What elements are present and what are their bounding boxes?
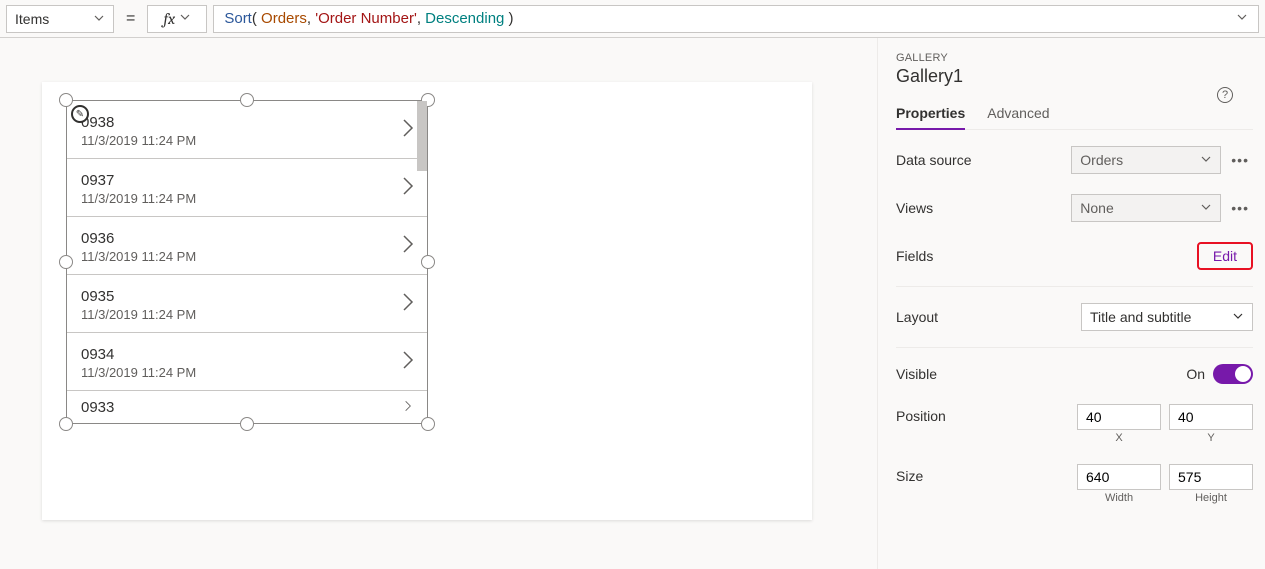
- panel-tabs: Properties Advanced: [896, 99, 1253, 130]
- toggle-pill[interactable]: [1213, 364, 1253, 384]
- item-subtitle: 11/3/2019 11:24 PM: [81, 133, 196, 148]
- label-views: Views: [896, 200, 933, 216]
- app-canvas[interactable]: ✎ 0938 11/3/2019 11:24 PM: [42, 82, 812, 520]
- chevron-right-icon[interactable]: [401, 174, 415, 203]
- label-visible: Visible: [896, 366, 937, 382]
- item-subtitle: 11/3/2019 11:24 PM: [81, 365, 196, 380]
- canvas-area: ✎ 0938 11/3/2019 11:24 PM: [0, 38, 877, 569]
- help-icon[interactable]: ?: [1217, 87, 1233, 103]
- property-selector[interactable]: Items: [6, 5, 114, 33]
- more-icon[interactable]: •••: [1227, 200, 1253, 216]
- chevron-right-icon[interactable]: [401, 348, 415, 377]
- chevron-down-icon[interactable]: [1236, 10, 1248, 27]
- item-title: 0936: [81, 230, 196, 247]
- main-area: ✎ 0938 11/3/2019 11:24 PM: [0, 38, 1265, 569]
- properties-panel: GALLERY Gallery1 ? Properties Advanced D…: [877, 38, 1265, 569]
- chevron-down-icon: [1200, 152, 1212, 168]
- position-y-input[interactable]: [1169, 404, 1253, 430]
- list-item[interactable]: 0933: [67, 391, 427, 423]
- item-subtitle: 11/3/2019 11:24 PM: [81, 249, 196, 264]
- gallery-control[interactable]: ✎ 0938 11/3/2019 11:24 PM: [66, 100, 428, 424]
- item-title: 0933: [81, 399, 114, 416]
- size-width-input[interactable]: [1077, 464, 1161, 490]
- chevron-right-icon[interactable]: [401, 116, 415, 145]
- panel-section-label: GALLERY: [896, 52, 1253, 64]
- chevron-down-icon: [93, 11, 105, 27]
- label-y: Y: [1207, 432, 1214, 444]
- panel-section-title: Gallery1: [896, 66, 1253, 87]
- property-selector-value: Items: [15, 11, 49, 27]
- more-icon[interactable]: •••: [1227, 152, 1253, 168]
- fx-button[interactable]: fx: [147, 5, 207, 33]
- chevron-down-icon: [1200, 200, 1212, 216]
- item-subtitle: 11/3/2019 11:24 PM: [81, 307, 196, 322]
- label-x: X: [1115, 432, 1122, 444]
- equals-label: =: [120, 10, 141, 28]
- scrollbar[interactable]: [417, 101, 427, 171]
- data-source-dropdown[interactable]: Orders: [1071, 146, 1221, 174]
- label-fields: Fields: [896, 248, 933, 264]
- chevron-down-icon: [1232, 309, 1244, 325]
- formula-bar: Items = fx Sort( Orders, 'Order Number',…: [0, 0, 1265, 38]
- fx-icon: fx: [164, 10, 176, 28]
- visible-toggle[interactable]: On: [1186, 364, 1253, 384]
- label-layout: Layout: [896, 309, 938, 325]
- list-item[interactable]: 0934 11/3/2019 11:24 PM: [67, 333, 427, 391]
- list-item[interactable]: 0937 11/3/2019 11:24 PM: [67, 159, 427, 217]
- chevron-right-icon[interactable]: [401, 399, 415, 418]
- size-height-input[interactable]: [1169, 464, 1253, 490]
- item-title: 0934: [81, 346, 196, 363]
- item-subtitle: 11/3/2019 11:24 PM: [81, 191, 196, 206]
- label-height: Height: [1195, 492, 1227, 504]
- views-dropdown[interactable]: None: [1071, 194, 1221, 222]
- item-title: 0935: [81, 288, 196, 305]
- formula-text: Sort( Orders, 'Order Number', Descending…: [224, 10, 513, 27]
- formula-input[interactable]: Sort( Orders, 'Order Number', Descending…: [213, 5, 1259, 33]
- tab-advanced[interactable]: Advanced: [987, 99, 1049, 129]
- layout-dropdown[interactable]: Title and subtitle: [1081, 303, 1253, 331]
- chevron-down-icon: [179, 10, 191, 28]
- label-width: Width: [1105, 492, 1133, 504]
- gallery-items: 0938 11/3/2019 11:24 PM 0937 11/3/2019 1…: [67, 101, 427, 423]
- item-title: 0938: [81, 114, 196, 131]
- list-item[interactable]: 0935 11/3/2019 11:24 PM: [67, 275, 427, 333]
- position-x-input[interactable]: [1077, 404, 1161, 430]
- list-item[interactable]: 0936 11/3/2019 11:24 PM: [67, 217, 427, 275]
- item-title: 0937: [81, 172, 196, 189]
- fields-edit-button[interactable]: Edit: [1197, 242, 1253, 270]
- label-data-source: Data source: [896, 152, 971, 168]
- tab-properties[interactable]: Properties: [896, 99, 965, 129]
- chevron-right-icon[interactable]: [401, 232, 415, 261]
- panel-header: GALLERY Gallery1 ?: [896, 52, 1253, 87]
- chevron-right-icon[interactable]: [401, 290, 415, 319]
- label-position: Position: [896, 404, 946, 424]
- list-item[interactable]: 0938 11/3/2019 11:24 PM: [67, 101, 427, 159]
- pencil-icon[interactable]: ✎: [71, 105, 89, 123]
- label-size: Size: [896, 464, 923, 484]
